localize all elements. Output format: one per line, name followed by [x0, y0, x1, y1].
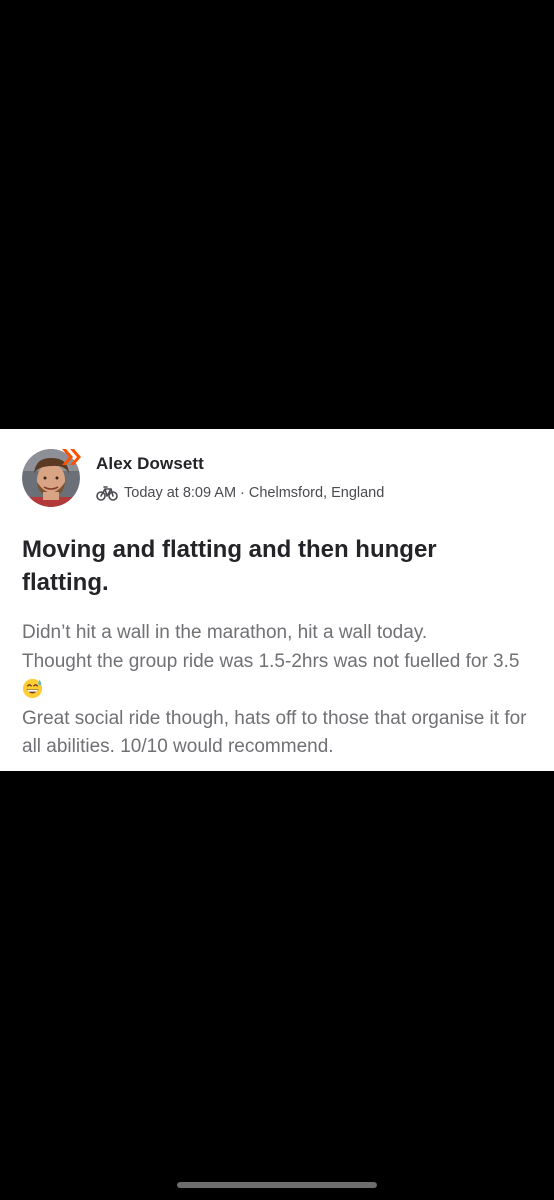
home-indicator[interactable]: [177, 1182, 377, 1188]
activity-meta: Today at 8:09 AM · Chelmsford, England: [96, 483, 384, 503]
activity-timestamp: Today at 8:09 AM: [124, 485, 237, 501]
subscriber-chevron-icon: [62, 449, 81, 465]
grinning-sweat-emoji-icon: [22, 678, 43, 699]
activity-title[interactable]: Moving and flatting and then hunger flat…: [22, 533, 522, 599]
description-line-text: Thought the group ride was 1.5-2hrs was …: [22, 650, 520, 672]
description-line: Great social ride though, hats off to th…: [22, 707, 527, 758]
meta-separator: ·: [240, 485, 245, 501]
author-name[interactable]: Alex Dowsett: [96, 454, 204, 474]
activity-description: Didn’t hit a wall in the marathon, hit a…: [22, 619, 537, 762]
activity-card[interactable]: Alex Dowsett Today at 8:09 AM · Chelmsfo…: [0, 429, 554, 771]
description-line: Thought the group ride was 1.5-2hrs was …: [22, 648, 537, 705]
description-line: Didn’t hit a wall in the marathon, hit a…: [22, 622, 428, 643]
screen: Alex Dowsett Today at 8:09 AM · Chelmsfo…: [0, 0, 554, 1200]
avatar-container[interactable]: [22, 449, 81, 507]
activity-location: Chelmsford, England: [248, 485, 385, 501]
bike-icon: [96, 486, 118, 501]
